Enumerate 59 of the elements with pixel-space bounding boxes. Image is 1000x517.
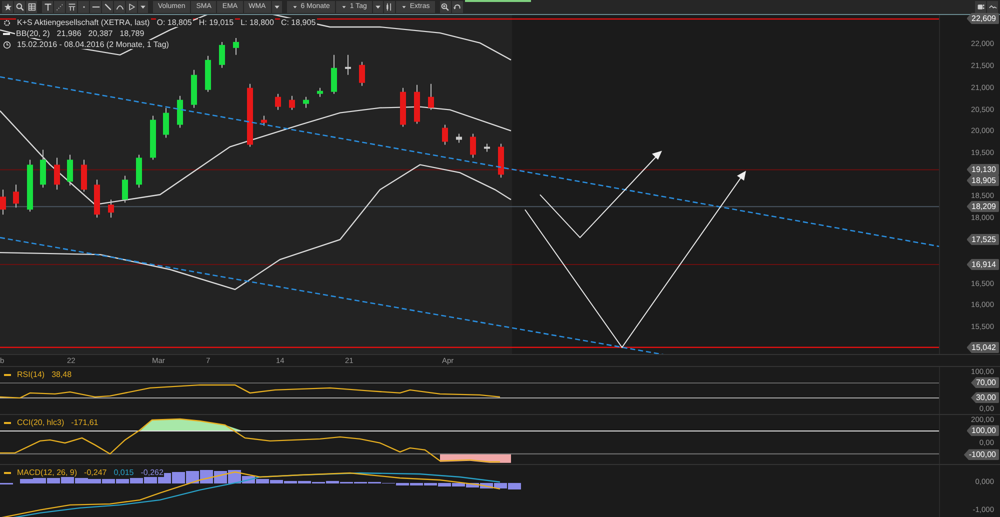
price-tag: 15,042 <box>966 342 999 353</box>
projection-arrow[interactable] <box>540 150 662 238</box>
legend-swatch <box>4 422 11 424</box>
caret-icon <box>292 4 298 10</box>
grid-icon[interactable] <box>26 0 37 13</box>
legend-swatch <box>4 374 11 376</box>
caret-icon <box>340 4 347 10</box>
indicator-tag: 100,00 <box>966 425 999 436</box>
indicator-value: -0,247 <box>83 468 108 478</box>
indicator-value: -171,61 <box>70 418 100 428</box>
indicator-tag: -100,00 <box>964 449 999 460</box>
candlestick-icon[interactable] <box>384 0 395 13</box>
ohlc-value: L: 18,800 <box>240 18 275 28</box>
zoom-icon[interactable] <box>440 0 451 13</box>
indicator-value: 21,986 <box>56 29 82 38</box>
projection-arrow[interactable] <box>524 170 746 348</box>
text-tool-icon[interactable] <box>42 0 53 13</box>
instrument-title: K+S Aktiengesellschaft (XETRA, last) <box>16 18 151 28</box>
indicator-tag: 70,00 <box>970 377 999 388</box>
price-tag: 17,525 <box>966 234 999 245</box>
ohlc-value: C: 18,905 <box>280 18 317 28</box>
caret-icon[interactable] <box>372 0 383 13</box>
legend-swatch <box>3 32 10 35</box>
caret-icon[interactable] <box>138 0 148 13</box>
price-tag: 16,914 <box>966 258 999 270</box>
indicator-value: -0,262 <box>140 468 164 478</box>
indicator-value: 38,48 <box>50 370 73 380</box>
status-strip <box>465 0 531 2</box>
ohlc-value: H: 19,015 <box>198 18 235 28</box>
search-icon[interactable] <box>14 0 25 13</box>
indicator-label: BB(20, 2) <box>15 29 51 38</box>
trend-line[interactable] <box>0 76 940 248</box>
caret-icon[interactable] <box>272 0 282 13</box>
clock-icon <box>3 40 11 49</box>
indicator-tag: 30,00 <box>970 392 999 404</box>
legend-swatch <box>4 472 11 474</box>
price-tag: 18,209 <box>966 200 999 212</box>
indicator-label: RSI(14) <box>16 370 46 380</box>
price-tag: 19,130 <box>966 164 999 175</box>
star-icon[interactable] <box>2 0 13 13</box>
ohlc-value: O: 18,805 <box>156 18 193 28</box>
indicator-value: 0,015 <box>112 468 135 478</box>
price-tag: 18,905 <box>966 174 999 186</box>
indicator-label: MACD(12, 26, 9) <box>16 468 78 478</box>
indicator-value: 20,387 <box>87 29 114 38</box>
dotted-line-icon[interactable] <box>54 0 65 13</box>
indicator-value: 18,789 <box>118 29 146 38</box>
settings-icon[interactable] <box>3 18 11 27</box>
caret-icon <box>400 4 407 10</box>
camera-icon[interactable] <box>975 0 986 13</box>
oversold-area <box>440 454 511 464</box>
horizontal-lines-icon[interactable] <box>66 0 77 13</box>
line-chart-icon[interactable] <box>987 0 998 13</box>
undo-icon[interactable] <box>452 0 463 13</box>
arrow-icon[interactable] <box>126 0 137 13</box>
price-level-line[interactable] <box>0 169 940 170</box>
date-range: 15.02.2016 - 08.04.2016 (2 Monate, 1 Tag) <box>16 40 170 50</box>
indicator-label: CCI(20, hlc3) <box>16 418 66 428</box>
arc-icon[interactable] <box>114 0 125 13</box>
